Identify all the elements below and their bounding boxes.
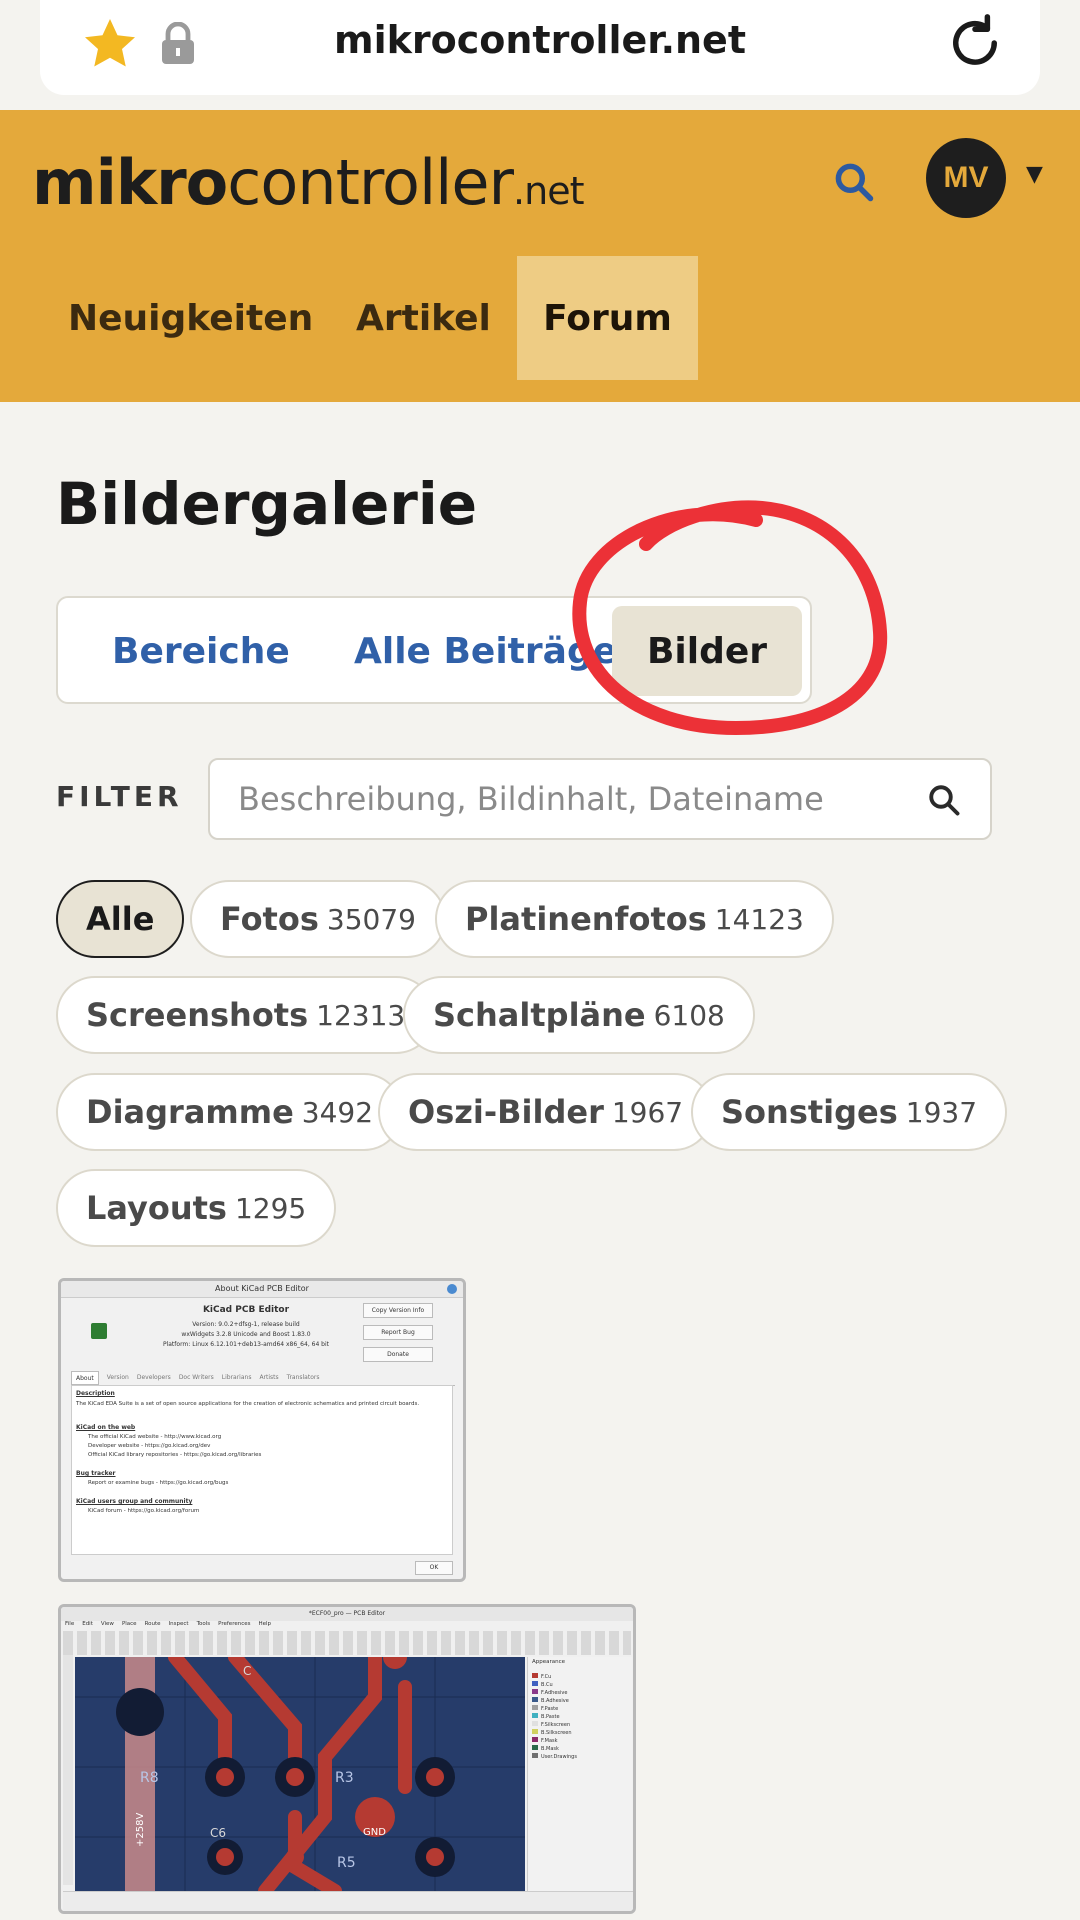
tab-translators: Translators — [286, 1374, 320, 1381]
search-icon[interactable] — [926, 782, 962, 818]
window-title: About KiCad PCB Editor — [61, 1281, 463, 1298]
chip-oszi-bilder[interactable]: Oszi-Bilder 1967 — [378, 1073, 714, 1151]
version-text: Version: 9.0.2+dfsg-1, release build — [192, 1321, 300, 1328]
label-r8: R8 — [140, 1770, 159, 1786]
browser-bar: mikrocontroller.net — [0, 0, 1080, 110]
menu-bar: File Edit View Place Route Inspect Tools… — [65, 1621, 271, 1627]
chip-sonstiges[interactable]: Sonstiges 1937 — [691, 1073, 1008, 1151]
chip-schaltplaene[interactable]: Schaltpläne 6108 — [403, 976, 755, 1054]
about-content: Description The KiCad EDA Suite is a set… — [71, 1385, 453, 1555]
main-nav: Neuigkeiten Artikel Forum — [0, 256, 1080, 382]
nav-neuigkeiten[interactable]: Neuigkeiten — [68, 256, 313, 380]
pcb-canvas: R8 C6 R3 R5 GND +258V C — [75, 1657, 525, 1891]
menu-tools: Tools — [196, 1621, 211, 1627]
tab-artists: Artists — [259, 1374, 279, 1381]
tab-librarians: Librarians — [221, 1374, 252, 1381]
site-logo[interactable]: mikrocontroller.net — [32, 146, 585, 219]
label-c6: C6 — [210, 1826, 226, 1840]
address-bar[interactable]: mikrocontroller.net — [40, 0, 1040, 95]
chip-diagramme[interactable]: Diagramme 3492 — [56, 1073, 404, 1151]
nav-artikel[interactable]: Artikel — [356, 256, 491, 380]
left-toolbar — [63, 1655, 73, 1885]
appearance-panel: Appearance F.Cu B.Cu F.Adhesive B.Adhesi… — [527, 1657, 632, 1891]
kicad-logo-icon — [91, 1323, 107, 1339]
filter-search-input[interactable]: Beschreibung, Bildinhalt, Dateiname — [208, 758, 992, 840]
menu-inspect: Inspect — [168, 1621, 189, 1627]
tab-version: Version — [106, 1374, 129, 1381]
red-annotation-circle — [572, 500, 888, 736]
menu-preferences: Preferences — [218, 1621, 251, 1627]
close-icon — [447, 1284, 457, 1294]
about-tabs: About Version Developers Doc Writers Lib… — [71, 1371, 455, 1386]
chip-layouts[interactable]: Layouts 1295 — [56, 1169, 337, 1247]
tab-bereiche[interactable]: Bereiche — [112, 606, 290, 696]
menu-place: Place — [121, 1621, 137, 1627]
donate-button: Donate — [363, 1347, 433, 1362]
bug-link: Report or examine bugs - https://go.kica… — [88, 1480, 229, 1486]
web-link-1: The official KiCad website - http://www.… — [88, 1434, 222, 1440]
label-c: C — [243, 1664, 251, 1678]
search-icon[interactable] — [832, 160, 876, 204]
status-bar — [63, 1891, 633, 1911]
copy-version-button: Copy Version Info — [363, 1303, 433, 1318]
menu-route: Route — [144, 1621, 161, 1627]
chip-fotos[interactable]: Fotos 35079 — [190, 880, 446, 958]
wx-text: wxWidgets 3.2.8 Unicode and Boost 1.83.0 — [181, 1331, 311, 1338]
user-avatar[interactable]: MV — [926, 138, 1006, 218]
tab-doc-writers: Doc Writers — [178, 1374, 214, 1381]
bug-heading: Bug tracker — [76, 1470, 116, 1477]
label-r5: R5 — [337, 1855, 356, 1871]
users-link: KiCad forum - https://go.kicad.org/forum — [88, 1508, 200, 1514]
toolbar — [63, 1631, 631, 1655]
report-bug-button: Report Bug — [363, 1325, 433, 1340]
layer-list: F.Cu B.Cu F.Adhesive B.Adhesive F.Paste … — [532, 1673, 602, 1761]
desc-text: The KiCad EDA Suite is a set of open sou… — [76, 1401, 420, 1407]
users-heading: KiCad users group and community — [76, 1498, 193, 1505]
url-text[interactable]: mikrocontroller.net — [40, 18, 1040, 62]
gallery-thumbnail-pcb-editor[interactable]: *ECF00_pro — PCB Editor File Edit View P… — [58, 1604, 636, 1914]
web-link-3: Official KiCad library repositories - ht… — [88, 1452, 262, 1458]
tab-developers: Developers — [136, 1374, 171, 1381]
app-name: KiCad PCB Editor — [202, 1305, 290, 1315]
nav-forum[interactable]: Forum — [517, 256, 698, 380]
filter-placeholder: Beschreibung, Bildinhalt, Dateiname — [238, 780, 824, 818]
menu-help: Help — [258, 1621, 272, 1627]
web-link-2: Developer website - https://go.kicad.org… — [88, 1443, 211, 1449]
chevron-down-icon[interactable]: ▼ — [1026, 162, 1043, 187]
desc-heading: Description — [76, 1390, 115, 1397]
panel-title: Appearance — [532, 1659, 566, 1665]
gallery-thumbnail-kicad-about[interactable]: About KiCad PCB Editor KiCad PCB Editor … — [58, 1278, 466, 1582]
tab-about: About — [71, 1371, 99, 1385]
label-r3: R3 — [335, 1770, 354, 1786]
chip-alle[interactable]: Alle — [56, 880, 185, 958]
menu-view: View — [100, 1621, 114, 1627]
reload-icon[interactable] — [942, 10, 1008, 76]
web-heading: KiCad on the web — [76, 1424, 136, 1431]
label-gnd: GND — [363, 1827, 386, 1838]
filter-label: FILTER — [56, 780, 183, 813]
chip-platinenfotos[interactable]: Platinenfotos 14123 — [435, 880, 834, 958]
site-header: mikrocontroller.net MV ▼ Neuigkeiten Art… — [0, 110, 1080, 402]
platform-text: Platform: Linux 6.12.101+deb13-amd64 x86… — [162, 1341, 330, 1348]
label-258v: +258V — [135, 1813, 146, 1847]
menu-file: File — [65, 1621, 75, 1627]
ok-button: OK — [415, 1561, 453, 1575]
chip-screenshots[interactable]: Screenshots 12313 — [56, 976, 436, 1054]
menu-edit: Edit — [82, 1621, 93, 1627]
page-title: Bildergalerie — [56, 470, 478, 538]
window-title: *ECF00_pro — PCB Editor — [61, 1607, 633, 1621]
